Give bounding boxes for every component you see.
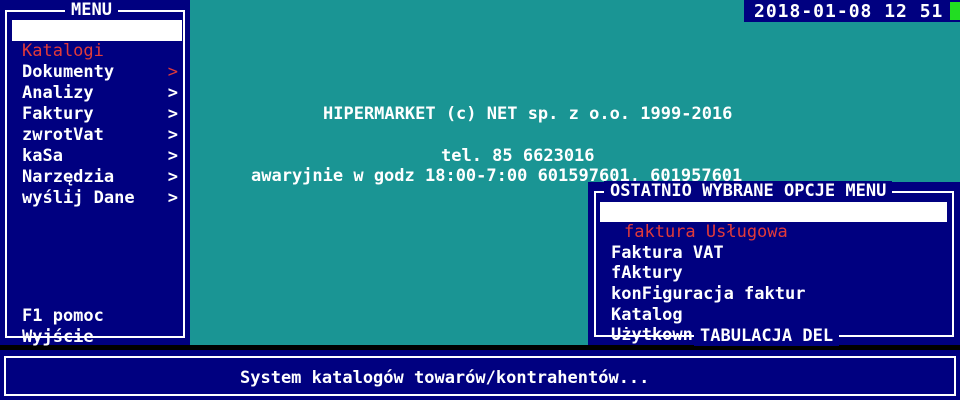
text-cursor bbox=[950, 2, 960, 20]
menu-item-katalogi[interactable]: Katalogi > bbox=[12, 20, 182, 82]
main-menu-title: MENU bbox=[65, 1, 118, 19]
recent-options-title: OSTATNIO WYBRANE OPCJE MENU bbox=[604, 181, 893, 201]
company-info: HIPERMARKET (c) NET sp. z o.o. 1999-2016 bbox=[323, 104, 733, 124]
recent-item-faktury[interactable]: fAktury bbox=[600, 243, 947, 283]
recent-item-katalog[interactable]: Katalog bbox=[600, 285, 947, 325]
clock-datetime: 2018-01-08 12 51 bbox=[754, 1, 944, 22]
recent-item-konfiguracja-faktur[interactable]: konFiguracja faktur bbox=[600, 264, 947, 304]
recent-options-footer: TABULACJA DEL bbox=[694, 326, 840, 346]
menu-item-dokumenty[interactable]: Dokumenty > bbox=[12, 41, 182, 103]
menu-item-faktury[interactable]: Faktury > bbox=[12, 83, 182, 145]
menu-item-label: wyślij Dane bbox=[22, 188, 135, 208]
recent-item-faktura-uslugowa[interactable]: faktura Usługowa bbox=[600, 202, 947, 242]
phone-info: tel. 85 6623016 bbox=[441, 146, 595, 166]
menu-item-zwrotvat[interactable]: zwrotVat > bbox=[12, 104, 182, 166]
help-option[interactable]: F1 pomoc bbox=[12, 285, 182, 326]
menu-item-kasa[interactable]: kaSa > bbox=[12, 125, 182, 187]
submenu-arrow-icon: > bbox=[167, 188, 178, 208]
menu-item-wyslij-dane[interactable]: wyślij Dane bbox=[12, 167, 182, 208]
exit-option[interactable]: Wyjście bbox=[12, 306, 182, 347]
recent-item-uzytkownicy[interactable]: Użytkownicy bbox=[600, 305, 947, 345]
status-message: System katalogów towarów/kontrahentów... bbox=[240, 368, 650, 388]
recent-item-faktura-vat[interactable]: Faktura VAT bbox=[600, 223, 947, 263]
menu-item-analizy[interactable]: Analizy > bbox=[12, 62, 182, 124]
exit-label: Wyjście bbox=[22, 327, 94, 347]
menu-item-narzedzia[interactable]: Narzędzia > bbox=[12, 146, 182, 208]
